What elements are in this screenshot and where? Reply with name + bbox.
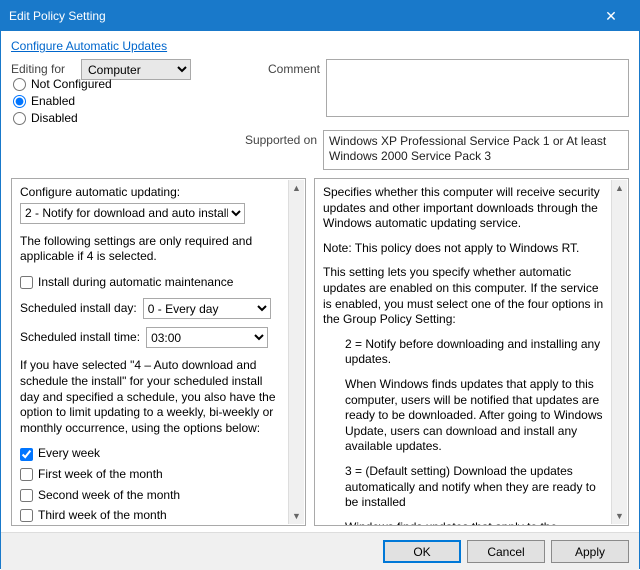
window-title: Edit Policy Setting — [9, 9, 591, 23]
help-text: 3 = (Default setting) Download the updat… — [323, 464, 606, 511]
third-week-checkbox[interactable]: Third week of the month — [20, 508, 283, 524]
options-panel: Configure automatic updating: 2 - Notify… — [11, 178, 306, 526]
ok-button[interactable]: OK — [383, 540, 461, 563]
apply-button[interactable]: Apply — [551, 540, 629, 563]
options-scrollbar[interactable]: ▲ ▼ — [288, 180, 304, 524]
radio-disabled[interactable]: Disabled — [11, 111, 211, 125]
scheduled-time-select[interactable]: 03:00 — [146, 327, 268, 348]
chevron-up-icon[interactable]: ▲ — [612, 180, 627, 196]
comment-field[interactable] — [326, 59, 629, 117]
scheduled-day-label: Scheduled install day: — [20, 301, 137, 317]
options-note: The following settings are only required… — [20, 234, 283, 265]
help-panel: Specifies whether this computer will rec… — [314, 178, 629, 526]
chevron-down-icon[interactable]: ▼ — [289, 508, 304, 524]
cancel-button[interactable]: Cancel — [467, 540, 545, 563]
titlebar: Edit Policy Setting ✕ — [1, 1, 639, 31]
radio-enabled[interactable]: Enabled — [11, 94, 211, 108]
close-icon[interactable]: ✕ — [591, 8, 631, 25]
scheduled-day-select[interactable]: 0 - Every day — [143, 298, 271, 319]
help-scrollbar[interactable]: ▲ ▼ — [611, 180, 627, 524]
configure-updating-select[interactable]: 2 - Notify for download and auto install — [20, 203, 245, 224]
help-text: Specifies whether this computer will rec… — [323, 185, 606, 232]
button-bar: OK Cancel Apply — [1, 532, 639, 570]
first-week-checkbox[interactable]: First week of the month — [20, 467, 283, 483]
editing-for-label: Editing for — [11, 59, 81, 76]
radio-not-configured[interactable]: Not Configured — [11, 77, 211, 91]
help-text: Windows finds updates that apply to the … — [323, 520, 606, 526]
second-week-checkbox[interactable]: Second week of the month — [20, 488, 283, 504]
help-text: 2 = Notify before downloading and instal… — [323, 337, 606, 368]
chevron-down-icon[interactable]: ▼ — [612, 508, 627, 524]
help-text: This setting lets you specify whether au… — [323, 265, 606, 327]
scheduled-time-label: Scheduled install time: — [20, 330, 140, 346]
section-heading[interactable]: Configure Automatic Updates — [11, 39, 629, 53]
supported-on-label: Supported on — [11, 130, 323, 147]
supported-on-text: Windows XP Professional Service Pack 1 o… — [323, 130, 629, 170]
comment-label: Comment — [191, 59, 326, 76]
help-text: When Windows finds updates that apply to… — [323, 377, 606, 455]
every-week-checkbox[interactable]: Every week — [20, 446, 283, 462]
install-maintenance-checkbox[interactable]: Install during automatic maintenance — [20, 275, 283, 291]
chevron-up-icon[interactable]: ▲ — [289, 180, 304, 196]
recurrence-note: If you have selected "4 – Auto download … — [20, 358, 283, 436]
configure-updating-label: Configure automatic updating: — [20, 185, 283, 201]
help-text: Note: This policy does not apply to Wind… — [323, 241, 606, 257]
